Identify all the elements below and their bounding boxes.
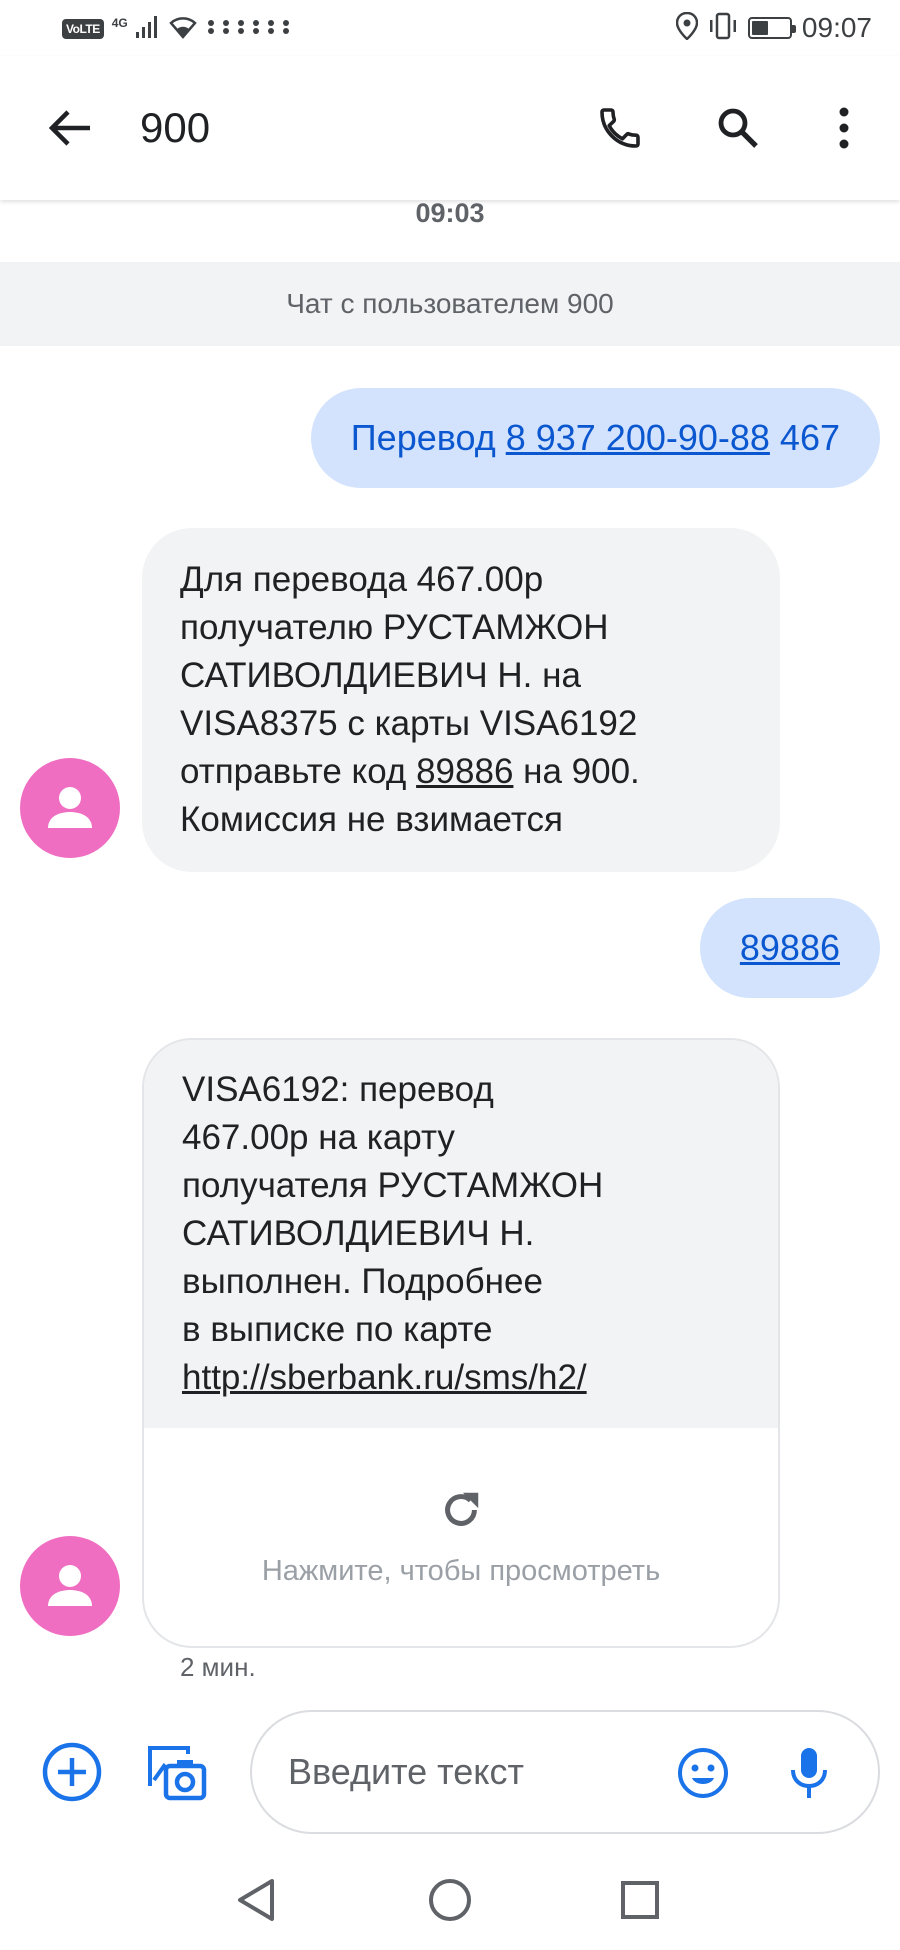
message-time: 2 мин.	[180, 1652, 256, 1682]
url-link[interactable]: http://sberbank.ru/sms/h2/	[182, 1354, 740, 1402]
message-text: на 900.	[513, 752, 640, 791]
message-text: Перевод	[350, 417, 506, 458]
wifi-icon	[168, 15, 198, 44]
compose-bar	[0, 1700, 900, 1840]
message-line: отправьте код 89886 на 900.	[180, 748, 742, 796]
nav-home-button[interactable]	[424, 1874, 476, 1926]
conversation-area[interactable]: 09:03 Чат с пользователем 900 Перевод 8 …	[0, 200, 900, 1700]
search-button[interactable]	[708, 98, 768, 158]
conversation-timestamp: 09:03	[415, 198, 485, 228]
link-preview[interactable]: Нажмите, чтобы просмотреть	[144, 1428, 778, 1646]
contact-avatar[interactable]	[20, 1536, 120, 1636]
location-icon	[675, 11, 699, 45]
battery-icon	[747, 17, 796, 39]
back-button[interactable]	[44, 102, 96, 154]
status-time: 09:07	[801, 12, 872, 43]
person-icon	[48, 1565, 92, 1606]
emoji-button[interactable]	[672, 1742, 734, 1804]
code-link[interactable]: 89886	[740, 925, 840, 971]
arrow-back-icon	[48, 110, 90, 146]
message-line: VISA8375 с карты VISA6192	[180, 704, 638, 743]
status-right: 09:07	[675, 10, 872, 46]
message-line: получателя РУСТАМЖОН	[182, 1166, 604, 1205]
message-line: получателю РУСТАМЖОН	[180, 608, 609, 647]
message-line: VISA6192: перевод	[182, 1070, 494, 1109]
notification-dots-icon	[206, 18, 296, 41]
person-icon	[48, 787, 92, 828]
mic-icon	[791, 1748, 827, 1798]
nav-recents-button[interactable]	[614, 1874, 666, 1926]
outgoing-message[interactable]: 89886	[699, 898, 880, 998]
chat-banner: Чат с пользователем 900	[0, 262, 900, 346]
phone-link[interactable]: 8 937 200-90-88	[506, 415, 770, 461]
voice-input-button[interactable]	[778, 1742, 840, 1804]
add-attachment-button[interactable]	[40, 1740, 104, 1804]
volte-badge: VoLTE	[62, 19, 104, 39]
status-left: VoLTE 4G	[62, 14, 296, 44]
preview-hint: Нажмите, чтобы просмотреть	[261, 1554, 661, 1587]
phone-icon	[600, 108, 640, 148]
vibrate-icon	[708, 12, 738, 45]
status-bar: VoLTE 4G 09:07	[0, 0, 900, 56]
more-options-button[interactable]	[814, 98, 874, 158]
network-type: 4G	[111, 16, 128, 30]
system-nav-bar	[0, 1850, 900, 1950]
message-input-container[interactable]	[250, 1710, 880, 1834]
emoji-icon	[678, 1748, 728, 1798]
message-line: САТИВОЛДИЕВИЧ Н.	[182, 1214, 535, 1253]
outgoing-message[interactable]: Перевод 8 937 200-90-88 467	[310, 388, 880, 488]
add-circle-icon	[42, 1742, 102, 1802]
circle-home-icon	[429, 1879, 471, 1921]
gallery-camera-icon	[148, 1746, 207, 1801]
gallery-camera-button[interactable]	[144, 1740, 208, 1804]
message-line: САТИВОЛДИЕВИЧ Н. на	[180, 656, 581, 695]
incoming-message[interactable]: Для перевода 467.00р получателю РУСТАМЖО…	[142, 528, 780, 872]
nav-back-button[interactable]	[230, 1874, 282, 1926]
contact-avatar[interactable]	[20, 758, 120, 858]
message-line: Комиссия не взимается	[180, 800, 563, 839]
more-vert-icon	[839, 107, 849, 149]
message-text: отправьте код	[180, 752, 417, 791]
triangle-back-icon	[238, 1879, 274, 1921]
signal-icon	[135, 15, 160, 43]
call-button[interactable]	[590, 98, 650, 158]
message-line: выполнен. Подробнее	[182, 1262, 543, 1301]
search-icon	[718, 108, 758, 148]
message-line: 467.00р на карту	[182, 1118, 455, 1157]
message-text: 467	[769, 417, 840, 458]
message-body: VISA6192: перевод 467.00р на карту получ…	[144, 1040, 778, 1428]
code-link[interactable]: 89886	[416, 752, 513, 791]
incoming-message[interactable]: VISA6192: перевод 467.00р на карту получ…	[142, 1038, 780, 1648]
conversation-title: 900	[140, 104, 211, 151]
refresh-icon	[445, 1492, 479, 1526]
battery-fill	[751, 21, 768, 35]
message-input[interactable]	[288, 1742, 668, 1802]
message-line: в выписке по карте	[182, 1310, 493, 1349]
app-bar: 900	[0, 56, 900, 200]
message-line: Для перевода 467.00р	[180, 560, 544, 599]
square-recents-icon	[621, 1881, 659, 1919]
